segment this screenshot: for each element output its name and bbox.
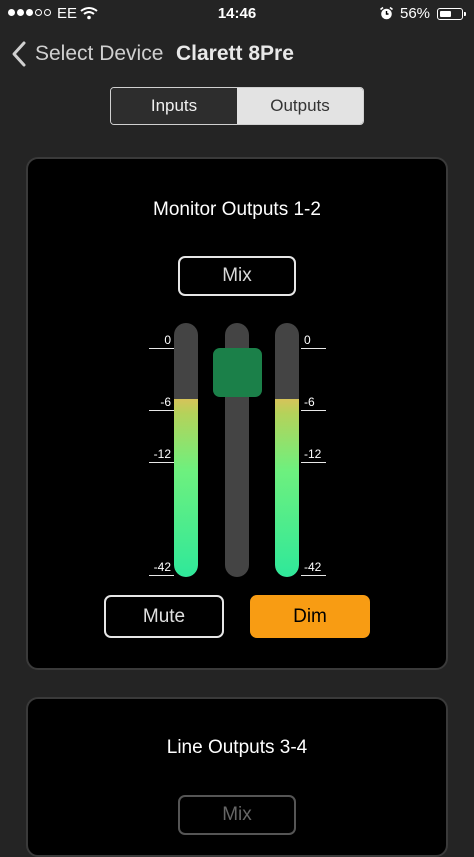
scale-tick [149,348,174,349]
scale-tick [301,575,326,576]
volume-fader-knob[interactable] [213,347,262,397]
alarm-clock-icon [379,6,394,26]
scale-label: 0 [304,333,311,347]
io-segmented-control: Inputs Outputs [110,87,364,125]
scale-tick [149,575,174,576]
line-outputs-title: Line Outputs 3-4 [166,737,308,758]
scale-label: -42 [304,560,322,574]
scale-tick [301,348,326,349]
scale-tick [149,410,174,411]
monitor-outputs-card: Monitor Outputs 1-2 Mix 0 -6 -12 -42 0 -… [26,157,448,670]
scale-label: -6 [160,395,171,409]
scale-label: -42 [153,560,171,574]
mix-button[interactable]: Mix [178,795,296,835]
level-meter-left [174,323,198,577]
scale-tick [149,462,174,463]
nav-bar: Select Device Clarett 8Pre [0,36,474,72]
scale-tick [301,410,326,411]
line-outputs-card: Line Outputs 3-4 Mix [26,697,448,857]
scale-label: -12 [304,447,322,461]
level-meter-right [275,323,299,577]
dim-button[interactable]: Dim [250,595,370,638]
monitor-outputs-title: Monitor Outputs 1-2 [153,199,321,220]
meter-level-fill [174,399,198,577]
meter-level-fill [275,399,299,577]
chevron-left-icon[interactable] [10,40,28,73]
status-bar: EE 14:46 56% [0,0,474,28]
scale-label: -12 [153,447,171,461]
scale-label: -6 [304,395,315,409]
tab-inputs[interactable]: Inputs [111,88,237,124]
mute-button[interactable]: Mute [104,595,224,638]
battery-icon [437,8,466,20]
mix-button[interactable]: Mix [178,256,296,296]
back-button[interactable]: Select Device [35,42,163,66]
tab-outputs[interactable]: Outputs [237,88,363,124]
scale-tick [301,462,326,463]
scale-label: 0 [164,333,171,347]
device-name-title: Clarett 8Pre [176,42,294,65]
battery-percent: 56% [400,5,431,22]
